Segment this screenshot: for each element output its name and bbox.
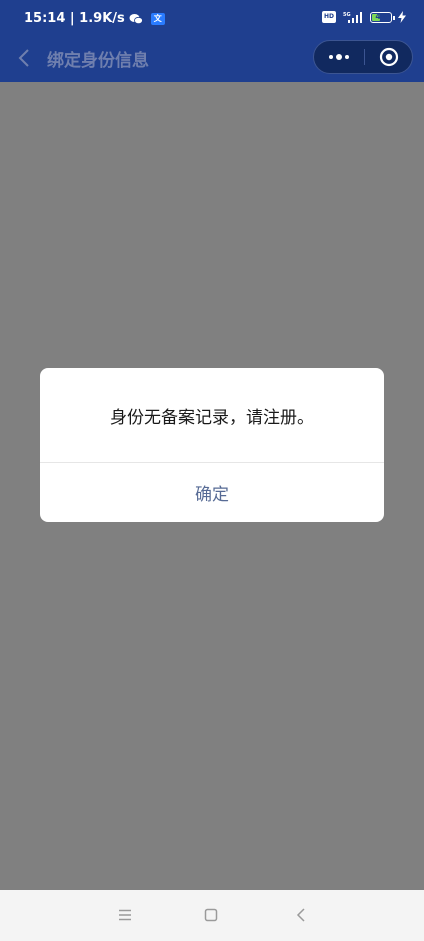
home-square-icon [204,908,218,922]
screen: 15:14 | 1.9K/s ⽂ HD 5G 46 绑定身份信息 身份无备案记录… [0,0,424,941]
system-back-button[interactable] [286,900,316,930]
dialog-message: 身份无备案记录，请注册。 [110,407,314,428]
status-bar: 15:14 | 1.9K/s ⽂ HD 5G 46 [0,0,424,36]
back-button[interactable] [12,44,36,72]
network-label: 5G [343,12,351,18]
hd-icon: HD [322,11,336,23]
chevron-left-icon [18,49,29,67]
wechat-icon [129,13,143,24]
battery-text: 46 [375,11,387,21]
status-right: HD 5G 46 [322,11,406,23]
system-menu-button[interactable] [110,900,140,930]
nav-bar: 绑定身份信息 [0,36,424,82]
target-circle-icon [379,47,399,67]
capsule-menu [313,40,413,74]
battery-cap [393,15,395,20]
alert-dialog: 身份无备案记录，请注册。 确定 [40,368,384,522]
signal-icon: 5G [343,12,362,23]
back-chevron-icon [296,908,305,922]
app-badge-icon: ⽂ [150,12,165,25]
more-dots-icon [329,54,349,60]
bolt-icon [398,11,406,23]
top-bar: 15:14 | 1.9K/s ⽂ HD 5G 46 绑定身份信息 [0,0,424,82]
status-time-speed: 15:14 | 1.9K/s [24,11,125,26]
system-home-button[interactable] [196,900,226,930]
confirm-button[interactable]: 确定 [40,463,384,522]
more-button[interactable] [314,41,364,73]
battery-icon: 46 [370,11,395,23]
status-left: 15:14 | 1.9K/s ⽂ [24,11,165,26]
page-title: 绑定身份信息 [47,51,149,71]
system-nav-bar [0,890,424,941]
menu-icon [119,909,131,921]
close-miniprogram-button[interactable] [365,41,413,73]
